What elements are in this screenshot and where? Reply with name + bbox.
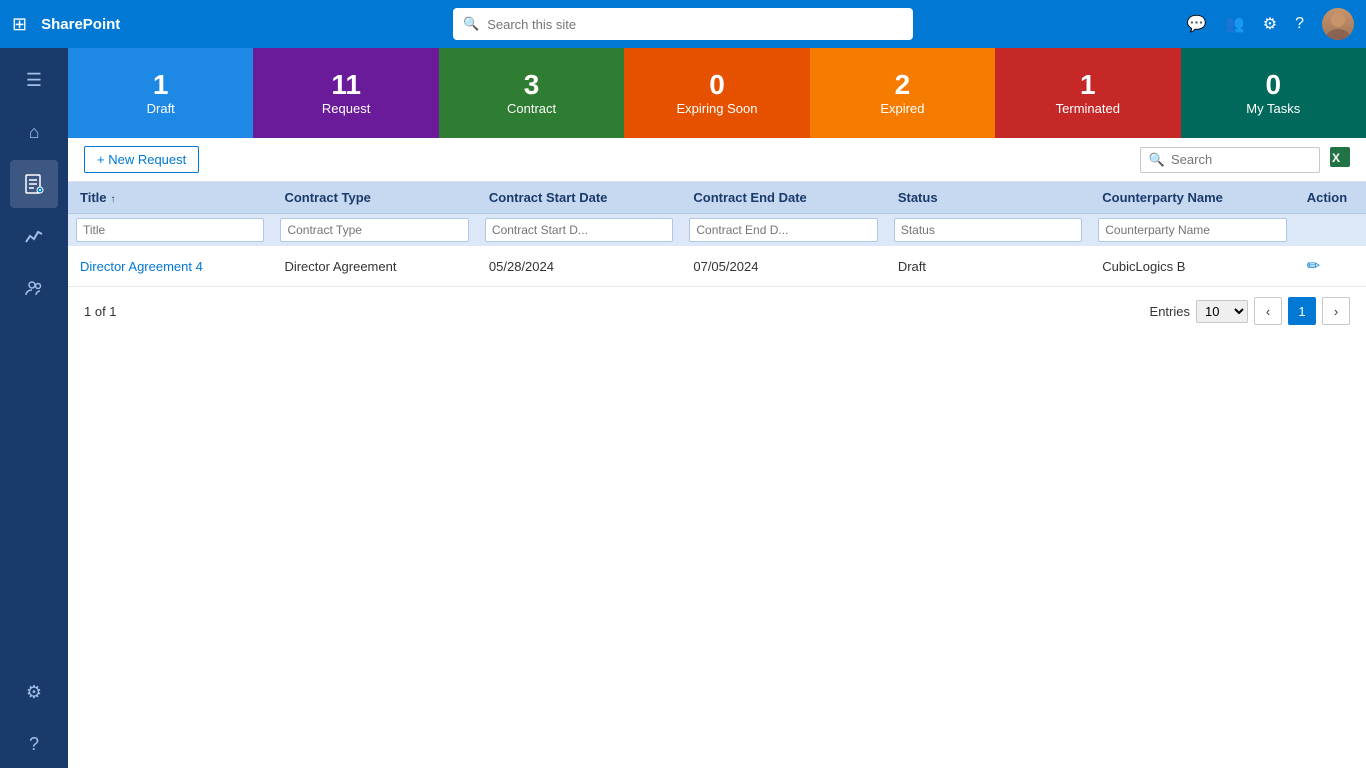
cell-action[interactable]: ✏ xyxy=(1295,246,1366,287)
card-label-expiring_soon: Expiring Soon xyxy=(677,101,758,116)
card-label-my_tasks: My Tasks xyxy=(1246,101,1300,116)
filter-input-contract_end_date[interactable] xyxy=(689,218,877,242)
edit-icon[interactable]: ✏ xyxy=(1307,258,1320,275)
card-count-terminated: 1 xyxy=(1080,70,1096,101)
card-count-contract: 3 xyxy=(524,70,540,101)
sidebar-item-menu[interactable]: ☰ xyxy=(10,56,58,104)
filter-input-contract_type[interactable] xyxy=(280,218,468,242)
status-card-expired[interactable]: 2Expired xyxy=(810,48,995,138)
sidebar-item-home[interactable]: ⌂ xyxy=(10,108,58,156)
cell-contract_start_date: 05/28/2024 xyxy=(477,246,681,287)
settings-icon[interactable]: ⚙ xyxy=(1263,14,1277,34)
contracts-table-container: Title↑Contract TypeContract Start DateCo… xyxy=(68,182,1366,287)
filter-cell-contract_start_date xyxy=(477,214,681,247)
card-count-my_tasks: 0 xyxy=(1265,70,1281,101)
col-header-title[interactable]: Title↑ xyxy=(68,182,272,214)
avatar[interactable] xyxy=(1322,8,1354,40)
title-link[interactable]: Director Agreement 4 xyxy=(80,259,203,274)
cell-title[interactable]: Director Agreement 4 xyxy=(68,246,272,287)
card-label-draft: Draft xyxy=(147,101,175,116)
top-nav: ⊞ SharePoint 🔍 💬 👥 ⚙ ? xyxy=(0,0,1366,48)
table-search-box: 🔍 xyxy=(1140,147,1320,173)
card-label-terminated: Terminated xyxy=(1056,101,1120,116)
table-search-input[interactable] xyxy=(1171,152,1311,167)
filter-cell-counterparty_name xyxy=(1090,214,1294,247)
people-icon[interactable]: 👥 xyxy=(1225,14,1245,34)
avatar-image xyxy=(1322,8,1354,40)
status-cards-row: 1Draft11Request3Contract0Expiring Soon2E… xyxy=(68,48,1366,138)
help-icon[interactable]: ? xyxy=(1295,15,1304,33)
filter-cell-title xyxy=(68,214,272,247)
cell-status: Draft xyxy=(886,246,1090,287)
sharepoint-logo: SharePoint xyxy=(41,16,120,33)
card-label-contract: Contract xyxy=(507,101,556,116)
main-layout: ☰ ⌂ ⚙ ? xyxy=(0,48,1366,768)
filter-cell-contract_end_date xyxy=(681,214,885,247)
status-card-terminated[interactable]: 1Terminated xyxy=(995,48,1180,138)
table-row: Director Agreement 4 Director Agreement05… xyxy=(68,246,1366,287)
toolbar: + New Request 🔍 X xyxy=(68,138,1366,182)
comment-icon[interactable]: 💬 xyxy=(1187,14,1207,34)
search-icon: 🔍 xyxy=(1149,152,1165,168)
svg-text:X: X xyxy=(1332,151,1340,165)
col-header-contract_start_date: Contract Start Date xyxy=(477,182,681,214)
card-count-expired: 2 xyxy=(895,70,911,101)
sidebar-item-settings[interactable]: ⚙ xyxy=(10,668,58,716)
sidebar-item-users[interactable] xyxy=(10,264,58,312)
content-area: 1Draft11Request3Contract0Expiring Soon2E… xyxy=(68,48,1366,768)
card-count-draft: 1 xyxy=(153,70,169,101)
filter-cell-contract_type xyxy=(272,214,476,247)
pagination-bar: 1 of 1 Entries 102550100 ‹ 1 › xyxy=(68,287,1366,335)
card-label-expired: Expired xyxy=(880,101,924,116)
top-nav-right: 💬 👥 ⚙ ? xyxy=(1187,8,1354,40)
col-header-contract_type: Contract Type xyxy=(272,182,476,214)
sidebar-item-help[interactable]: ? xyxy=(10,720,58,768)
pagination-right: Entries 102550100 ‹ 1 › xyxy=(1150,297,1350,325)
cell-contract_end_date: 07/05/2024 xyxy=(681,246,885,287)
card-label-request: Request xyxy=(322,101,370,116)
search-icon: 🔍 xyxy=(463,16,479,32)
next-page-button[interactable]: › xyxy=(1322,297,1350,325)
col-header-action: Action xyxy=(1295,182,1366,214)
contracts-table: Title↑Contract TypeContract Start DateCo… xyxy=(68,182,1366,287)
status-card-expiring_soon[interactable]: 0Expiring Soon xyxy=(624,48,809,138)
status-card-my_tasks[interactable]: 0My Tasks xyxy=(1181,48,1366,138)
sort-arrow-title: ↑ xyxy=(111,194,116,205)
prev-page-button[interactable]: ‹ xyxy=(1254,297,1282,325)
entries-label: Entries xyxy=(1150,304,1190,319)
new-request-button[interactable]: + New Request xyxy=(84,146,199,173)
entries-per-page-select[interactable]: 102550100 xyxy=(1196,300,1248,323)
pagination-summary: 1 of 1 xyxy=(84,304,117,319)
cell-contract_type: Director Agreement xyxy=(272,246,476,287)
excel-export-icon[interactable]: X xyxy=(1330,147,1350,172)
search-input[interactable] xyxy=(487,17,903,32)
sidebar: ☰ ⌂ ⚙ ? xyxy=(0,48,68,768)
status-card-draft[interactable]: 1Draft xyxy=(68,48,253,138)
status-card-contract[interactable]: 3Contract xyxy=(439,48,624,138)
card-count-request: 11 xyxy=(331,70,361,101)
filter-input-contract_start_date[interactable] xyxy=(485,218,673,242)
sidebar-item-analytics[interactable] xyxy=(10,212,58,260)
filter-cell-status xyxy=(886,214,1090,247)
sidebar-item-contracts[interactable] xyxy=(10,160,58,208)
status-card-request[interactable]: 11Request xyxy=(253,48,438,138)
page-1-button[interactable]: 1 xyxy=(1288,297,1316,325)
col-header-status: Status xyxy=(886,182,1090,214)
global-search-bar: 🔍 xyxy=(453,8,913,40)
filter-cell-action xyxy=(1295,214,1366,247)
card-count-expiring_soon: 0 xyxy=(709,70,725,101)
filter-input-title[interactable] xyxy=(76,218,264,242)
filter-input-counterparty_name[interactable] xyxy=(1098,218,1286,242)
waffle-icon[interactable]: ⊞ xyxy=(12,14,27,35)
col-header-counterparty_name: Counterparty Name xyxy=(1090,182,1294,214)
col-header-contract_end_date: Contract End Date xyxy=(681,182,885,214)
cell-counterparty_name: CubicLogics B xyxy=(1090,246,1294,287)
filter-input-status[interactable] xyxy=(894,218,1082,242)
